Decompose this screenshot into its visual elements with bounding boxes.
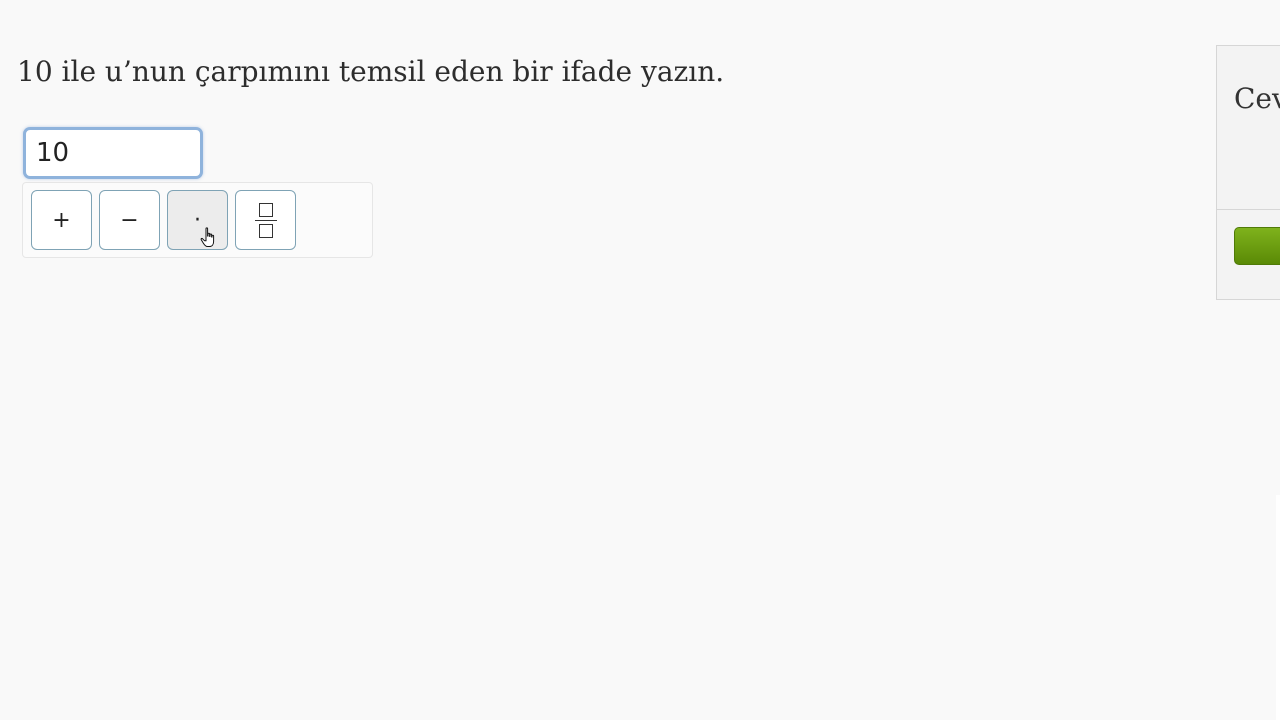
question-text: 10 ile u’nun çarpımını temsil eden bir i… bbox=[17, 55, 725, 88]
multiply-button[interactable]: · bbox=[167, 190, 228, 250]
fraction-button[interactable] bbox=[235, 190, 296, 250]
fraction-denominator-box-icon bbox=[258, 223, 273, 238]
hand-pointer-icon bbox=[200, 227, 215, 247]
page-edge bbox=[1276, 495, 1280, 720]
fraction-numerator-box-icon bbox=[258, 202, 273, 217]
exercise-page: 10 ile u’nun çarpımını temsil eden bir i… bbox=[0, 0, 1280, 720]
side-panel-title: Cev bbox=[1234, 82, 1280, 115]
check-answer-button[interactable] bbox=[1234, 227, 1280, 265]
minus-button[interactable]: − bbox=[99, 190, 160, 250]
plus-button[interactable]: + bbox=[31, 190, 92, 250]
fraction-bar-icon bbox=[254, 219, 277, 221]
math-keypad: + − · bbox=[22, 182, 373, 258]
answer-input[interactable]: 10 bbox=[23, 127, 203, 179]
answer-side-panel: Cev bbox=[1216, 45, 1280, 300]
side-panel-divider bbox=[1217, 209, 1280, 210]
